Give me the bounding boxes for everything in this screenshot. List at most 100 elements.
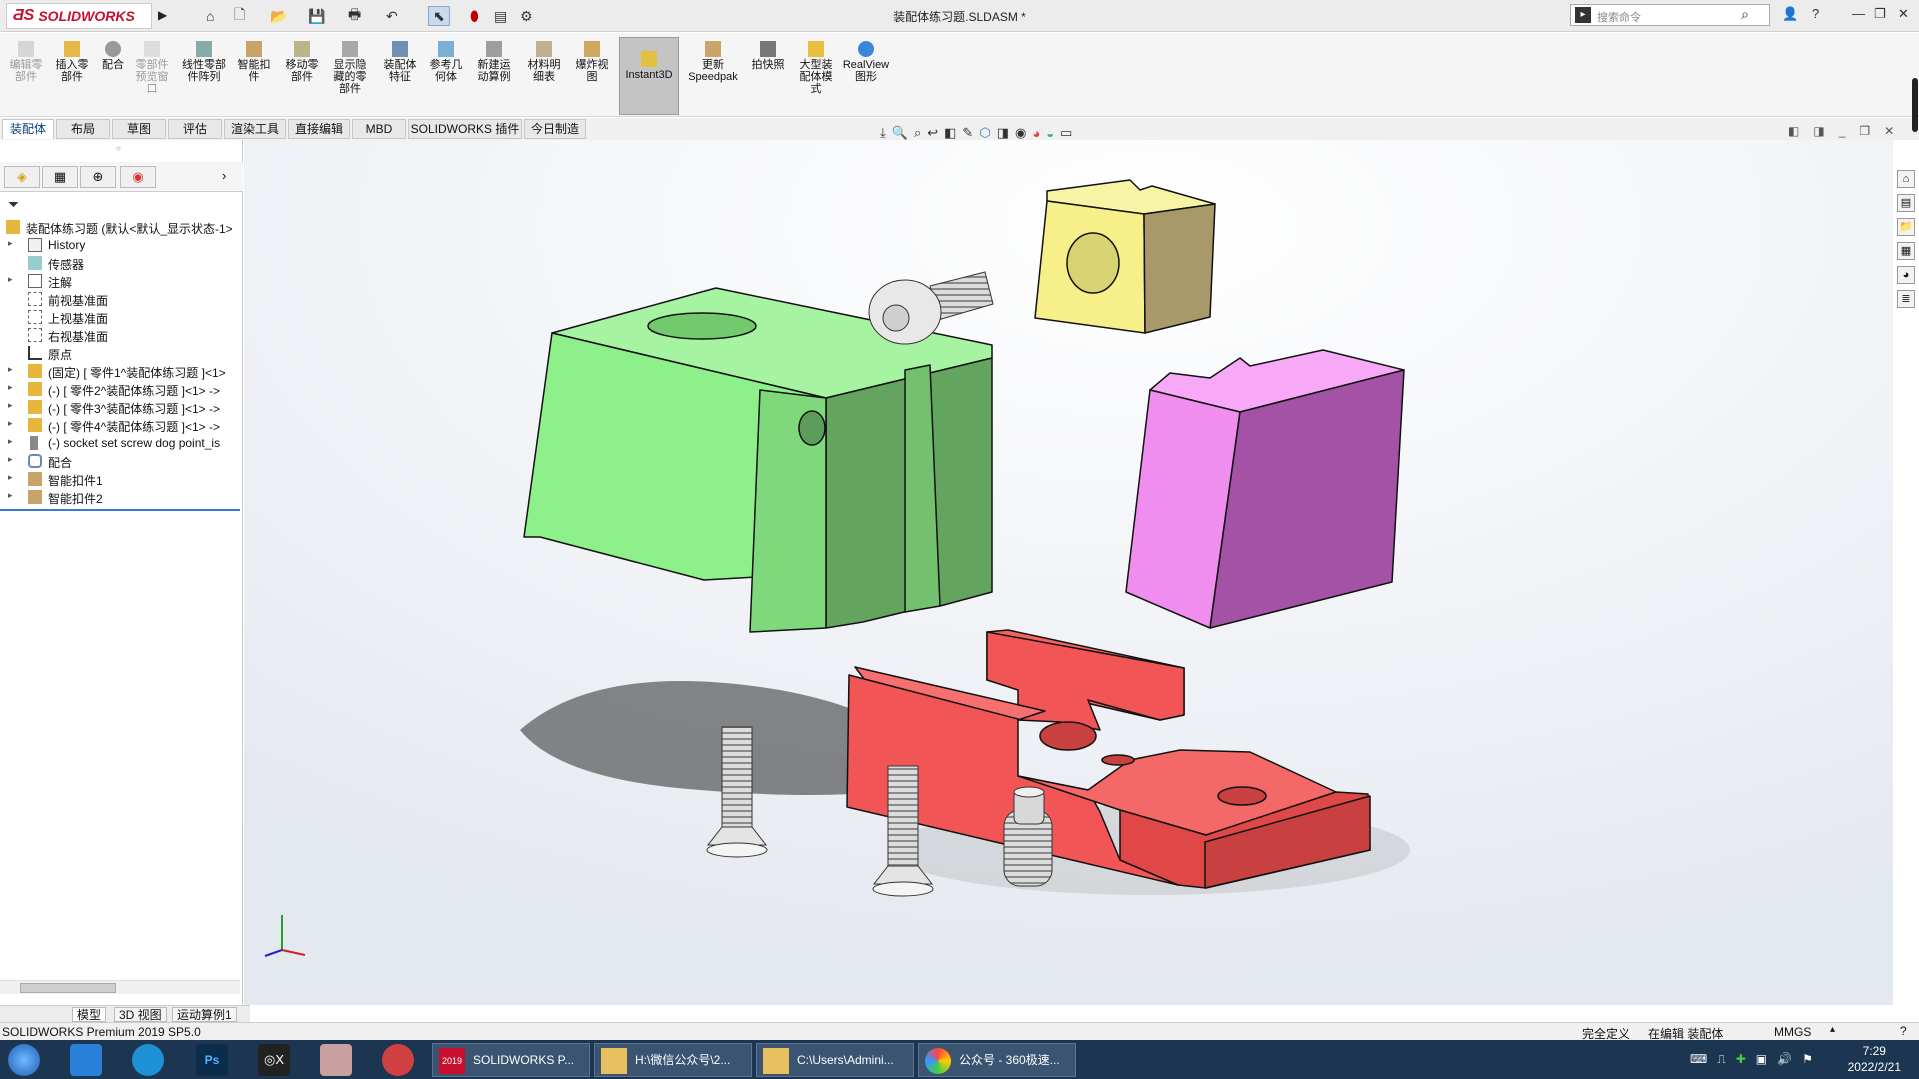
tree-item-history[interactable]: ▸ History	[0, 236, 242, 254]
reference-geometry-button[interactable]: 参考几 何体	[424, 41, 468, 83]
tab-assembly[interactable]: 装配体	[2, 119, 54, 139]
insert-component-button[interactable]: 插入零 部件	[50, 41, 94, 83]
update-speedpak-button[interactable]: 更新 Speedpak	[684, 41, 742, 83]
tree-root-assembly[interactable]: 装配体练习题 (默认<默认_显示状态-1>	[0, 218, 242, 236]
file-explorer-icon[interactable]: 📁	[1897, 218, 1915, 236]
large-assembly-mode-button[interactable]: 大型装 配体模 式	[792, 41, 840, 95]
new-motion-study-button[interactable]: 新建运 动算例	[472, 41, 516, 83]
restore-icon[interactable]: ❐	[1874, 6, 1886, 22]
taskbar-folder-wechat[interactable]: H:\微信公众号\2...	[594, 1043, 752, 1077]
assembly-features-button[interactable]: 装配体 特征	[378, 41, 422, 83]
viewport-close-icon[interactable]: ✕	[1884, 124, 1894, 138]
view-palette-icon[interactable]: ▦	[1897, 242, 1915, 260]
taskbar-360-browser[interactable]: 公众号 - 360极速...	[918, 1043, 1076, 1077]
user-icon[interactable]: 👤	[1782, 6, 1798, 22]
display-style-icon[interactable]: ◨	[997, 125, 1009, 141]
obs-icon[interactable]: ◎X	[258, 1044, 290, 1076]
paint-icon[interactable]	[320, 1044, 352, 1076]
expand-arrow-icon[interactable]: ▸	[8, 400, 13, 411]
quick-tips-icon[interactable]: ?	[1900, 1024, 1907, 1038]
viewport-restore-icon[interactable]: ❐	[1859, 124, 1870, 138]
tree-item-part1[interactable]: ▸ (固定) [ 零件1^装配体练习题 ]<1>	[0, 362, 242, 380]
appearances-icon[interactable]: ◕	[1897, 266, 1915, 284]
scroll-thumb[interactable]	[20, 983, 116, 993]
display-manager-tab-icon[interactable]: ◉	[120, 166, 156, 188]
pane-grip-icon[interactable]: ○	[116, 144, 121, 153]
tree-item-part2[interactable]: ▸ (-) [ 零件2^装配体练习题 ]<1> ->	[0, 380, 242, 398]
expand-arrow-icon[interactable]: ▸	[8, 382, 13, 393]
design-library-icon[interactable]: ▤	[1897, 194, 1915, 212]
section-view-icon[interactable]: ◧	[944, 125, 956, 141]
tree-item-set-screw[interactable]: ▸ (-) socket set screw dog point_is	[0, 434, 242, 452]
solidworks-resources-icon[interactable]: ⌂	[1897, 170, 1915, 188]
tree-item-part3[interactable]: ▸ (-) [ 零件3^装配体练习题 ]<1> ->	[0, 398, 242, 416]
network-icon[interactable]: ▣	[1756, 1052, 1767, 1067]
flag-icon[interactable]: ⚑	[1802, 1052, 1813, 1067]
more-tabs-icon[interactable]: ›	[222, 168, 226, 183]
security-icon[interactable]: ✚	[1736, 1052, 1746, 1067]
start-button-icon[interactable]	[8, 1044, 40, 1076]
yellow-block-part[interactable]	[1034, 179, 1216, 334]
browser-icon[interactable]	[132, 1044, 164, 1076]
photoshop-icon[interactable]: Ps	[196, 1044, 228, 1076]
linear-pattern-button[interactable]: 线性零部 件阵列	[178, 41, 230, 83]
tree-item-front-plane[interactable]: 前视基准面	[0, 290, 242, 308]
expand-arrow-icon[interactable]: ▸	[8, 364, 13, 375]
edit-component-button[interactable]: 编辑零 部件	[6, 41, 46, 83]
tree-item-annotations[interactable]: ▸ 注解	[0, 272, 242, 290]
search-command-input[interactable]: ▸ 搜索命令 ⌕	[1570, 4, 1770, 26]
screen-tool-icon[interactable]	[382, 1044, 414, 1076]
minimize-icon[interactable]: —	[1852, 6, 1865, 21]
move-component-button[interactable]: 移动零 部件	[280, 41, 324, 83]
view-settings-icon[interactable]: ▭	[1060, 125, 1072, 141]
tab-layout[interactable]: 布局	[56, 119, 110, 139]
show-hidden-button[interactable]: 显示隐 藏的零 部件	[328, 41, 372, 95]
snapshot-button[interactable]: 拍快照	[748, 41, 788, 71]
mate-button[interactable]: 配合	[98, 41, 128, 71]
tree-item-smart-fastener2[interactable]: ▸ 智能扣件2	[0, 488, 242, 506]
tab-3d-view[interactable]: 3D 视图	[114, 1007, 167, 1022]
viewport-minimize-icon[interactable]: _	[1839, 124, 1846, 138]
tab-direct-edit[interactable]: 直接编辑	[288, 119, 350, 139]
taskbar-folder-users[interactable]: C:\Users\Admini...	[756, 1043, 914, 1077]
tree-item-smart-fastener1[interactable]: ▸ 智能扣件1	[0, 470, 242, 488]
tab-render-tools[interactable]: 渲染工具	[224, 119, 286, 139]
configuration-manager-tab-icon[interactable]: ⊕	[80, 166, 116, 188]
tab-evaluate[interactable]: 评估	[168, 119, 222, 139]
custom-properties-icon[interactable]: ≣	[1897, 290, 1915, 308]
expand-arrow-icon[interactable]: ▸	[8, 472, 13, 483]
component-preview-button[interactable]: 零部件 预览窗 口	[132, 41, 172, 95]
tree-item-sensors[interactable]: 传感器	[0, 254, 242, 272]
rollback-bar[interactable]	[0, 509, 240, 511]
tab-manufacturing[interactable]: 今日制造	[524, 119, 586, 139]
panel-collapse-right-icon[interactable]: ◨	[1813, 124, 1824, 138]
model-view-svg[interactable]	[244, 140, 1893, 1005]
volume-icon[interactable]: 🔊	[1777, 1052, 1792, 1067]
realview-button[interactable]: RealView 图形	[840, 41, 892, 83]
tab-model[interactable]: 模型	[72, 1007, 107, 1022]
hide-show-items-icon[interactable]: ◉	[1015, 125, 1026, 141]
feature-tree-tab-icon[interactable]: ◈	[4, 166, 40, 188]
tree-item-part4[interactable]: ▸ (-) [ 零件4^装配体练习题 ]<1> ->	[0, 416, 242, 434]
edit-appearance-icon[interactable]: ◕	[1032, 126, 1040, 141]
ribbon-scrollbar[interactable]	[1912, 78, 1918, 132]
taskbar-solidworks[interactable]: 2019 SOLIDWORKS P...	[432, 1043, 590, 1077]
expand-arrow-icon[interactable]: ▸	[8, 454, 13, 465]
expand-arrow-icon[interactable]: ▸	[8, 490, 13, 501]
filter-icon[interactable]: ⏷	[8, 196, 19, 213]
tab-sketch[interactable]: 草图	[112, 119, 166, 139]
panel-collapse-left-icon[interactable]: ◧	[1788, 124, 1799, 138]
usb-icon[interactable]: ⎍	[1717, 1052, 1725, 1067]
units-arrow-icon[interactable]: ▴	[1830, 1024, 1835, 1035]
tab-solidworks-addins[interactable]: SOLIDWORKS 插件	[408, 119, 522, 139]
tree-item-origin[interactable]: 原点	[0, 344, 242, 362]
tree-item-right-plane[interactable]: 右视基准面	[0, 326, 242, 344]
expand-arrow-icon[interactable]: ▸	[8, 418, 13, 429]
tab-motion-study[interactable]: 运动算例1	[172, 1007, 237, 1022]
units-selector[interactable]: MMGS	[1774, 1025, 1811, 1039]
help-icon[interactable]: ?	[1812, 6, 1819, 21]
expand-arrow-icon[interactable]: ▸	[8, 274, 13, 285]
tree-item-mates[interactable]: ▸ 配合	[0, 452, 242, 470]
clock[interactable]: 7:29 2022/2/21	[1848, 1043, 1901, 1075]
magenta-block-part[interactable]	[1125, 349, 1405, 629]
